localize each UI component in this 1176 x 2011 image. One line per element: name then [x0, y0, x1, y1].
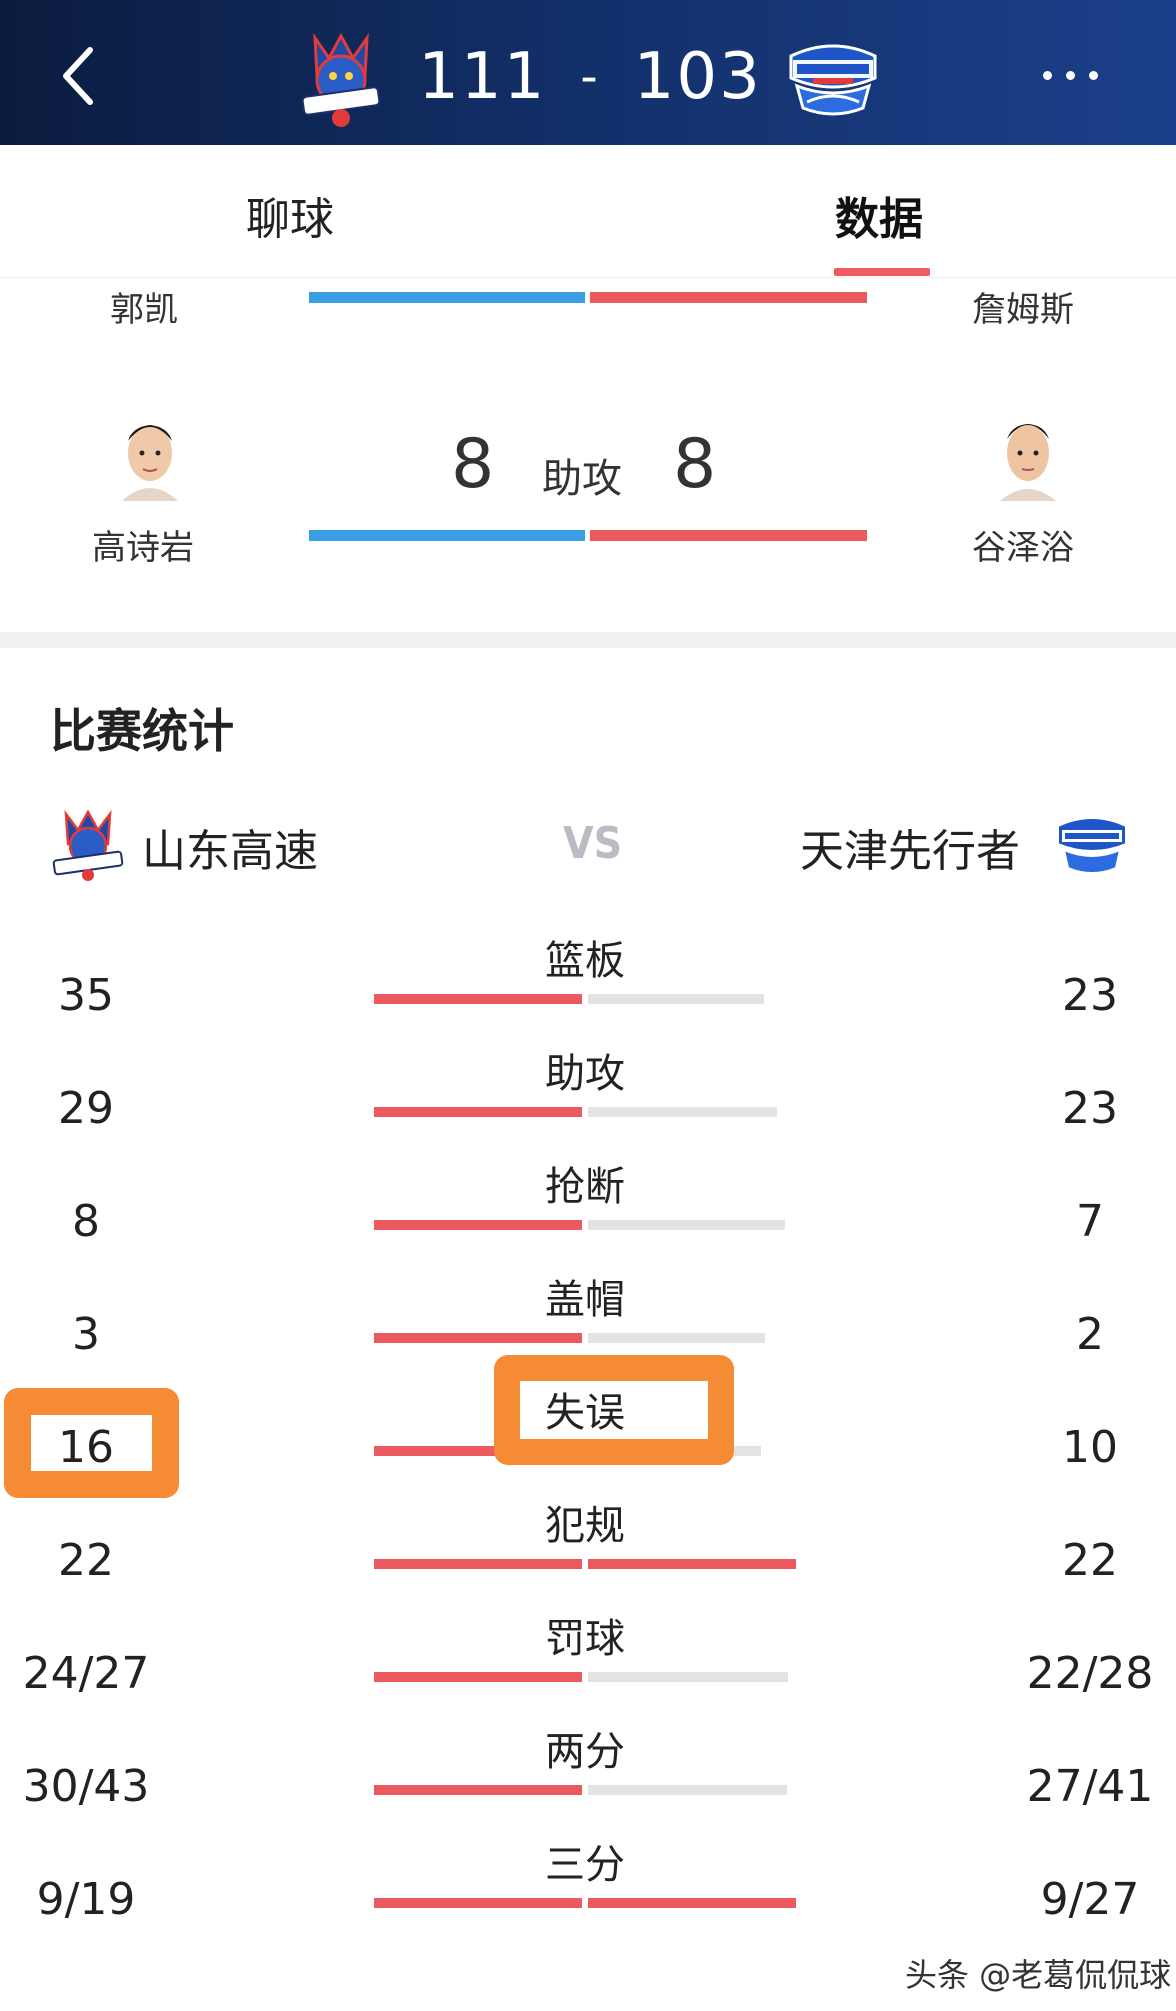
stat-away-bar	[588, 994, 764, 1004]
avatar[interactable]	[988, 405, 1068, 501]
active-tab-indicator	[834, 268, 930, 276]
stat-label: 助攻	[545, 1051, 625, 1097]
away-score: 103	[633, 40, 762, 114]
home-team-name: 山东高速	[142, 826, 318, 877]
stat-away-value: 7	[1076, 1196, 1104, 1247]
stat-home-bar	[374, 1220, 582, 1230]
stat-away-bar	[588, 1559, 796, 1569]
leader-home-bar	[309, 530, 585, 541]
stat-home-value: 3	[72, 1309, 100, 1360]
stat-away-value: 22	[1062, 1535, 1118, 1586]
stat-label: 犯规	[545, 1503, 625, 1549]
stat-label: 罚球	[545, 1616, 625, 1662]
stat-away-bar	[588, 1785, 787, 1795]
tab-bar: 聊球 数据	[0, 145, 1176, 278]
section-divider	[0, 632, 1176, 648]
vs-label: VS	[563, 818, 623, 869]
leader-away-value: 8	[673, 425, 717, 504]
stat-label: 三分	[545, 1842, 625, 1888]
stat-away-value: 10	[1062, 1422, 1118, 1473]
leader-home-player-partial: 郭凯	[110, 290, 178, 330]
stat-away-value: 23	[1062, 970, 1118, 1021]
stat-home-value: 35	[58, 970, 114, 1021]
stat-away-bar	[588, 1220, 785, 1230]
scoreboard: 111 - 103	[418, 32, 760, 122]
stat-away-value: 2	[1076, 1309, 1104, 1360]
stat-away-value: 9/27	[1040, 1874, 1140, 1925]
highlight-box-turnovers-label	[494, 1355, 734, 1465]
watermark: 头条 @老葛侃侃球	[905, 1956, 1172, 1994]
leader-home-bar-partial	[309, 292, 585, 303]
back-chevron-icon[interactable]	[50, 38, 110, 114]
leader-home-value: 8	[451, 425, 495, 504]
home-score: 111	[418, 40, 547, 114]
tab-data[interactable]: 数据	[835, 183, 923, 247]
stat-home-value: 24/27	[22, 1648, 150, 1699]
leader-away-bar-partial	[590, 292, 867, 303]
stat-home-value: 30/43	[22, 1761, 150, 1812]
stat-away-bar	[588, 1107, 777, 1117]
away-team-name: 天津先行者	[800, 826, 1020, 877]
leader-home-player[interactable]: 高诗岩	[92, 520, 194, 569]
section-title: 比赛统计	[50, 704, 234, 758]
tab-chat[interactable]: 聊球	[246, 183, 334, 247]
stat-label: 抢断	[545, 1164, 625, 1210]
leader-stat-label: 助攻	[542, 456, 622, 502]
avatar[interactable]	[110, 405, 190, 501]
stat-label: 两分	[545, 1729, 625, 1775]
shandong-logo-icon	[48, 806, 128, 882]
more-menu-icon[interactable]	[1020, 50, 1120, 100]
stat-home-value: 8	[72, 1196, 100, 1247]
score-separator: -	[580, 49, 600, 105]
stat-away-value: 23	[1062, 1083, 1118, 1134]
leader-away-player-partial: 詹姆斯	[972, 290, 1074, 330]
stat-away-bar	[588, 1672, 788, 1682]
stat-home-value: 22	[58, 1535, 114, 1586]
stat-away-bar	[588, 1898, 796, 1908]
stat-home-bar	[374, 994, 582, 1004]
leader-away-player[interactable]: 谷泽浴	[972, 520, 1074, 569]
pioneers-logo-icon	[783, 38, 883, 118]
stat-away-value: 22/28	[1026, 1648, 1154, 1699]
stat-home-bar	[374, 1559, 582, 1569]
stat-away-value: 27/41	[1026, 1761, 1154, 1812]
highlight-box-home-turnovers	[4, 1388, 179, 1498]
shandong-logo-icon	[295, 28, 387, 128]
stat-home-value: 29	[58, 1083, 114, 1134]
pioneers-logo-icon	[1052, 812, 1132, 888]
stat-home-bar	[374, 1672, 582, 1682]
stat-home-bar	[374, 1107, 582, 1117]
stat-away-bar	[588, 1333, 765, 1343]
stat-home-value: 9/19	[36, 1874, 136, 1925]
leader-away-bar	[590, 530, 867, 541]
stat-label: 篮板	[545, 938, 625, 984]
top-header: 111 - 103	[0, 0, 1176, 145]
stat-home-bar	[374, 1333, 582, 1343]
stat-label: 盖帽	[545, 1277, 625, 1323]
stat-home-bar	[374, 1785, 582, 1795]
stat-home-bar	[374, 1898, 582, 1908]
